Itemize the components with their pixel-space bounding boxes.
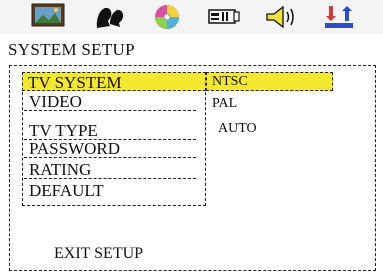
menu-item-video[interactable]: VIDEO (24, 92, 196, 111)
system-setup-icon[interactable] (31, 1, 65, 31)
option-ntsc[interactable]: NTSC (206, 72, 333, 91)
video-icon[interactable] (207, 2, 241, 32)
svg-text:♪: ♪ (115, 7, 119, 15)
page-title: SYSTEM SETUP (8, 40, 135, 59)
menu-item-tv-system[interactable]: TV SYSTEM (22, 72, 206, 92)
menu-item-password[interactable]: PASSWORD (24, 139, 196, 158)
language-icon[interactable]: ♪ (92, 2, 126, 32)
top-icon-bar: ♪ (0, 0, 383, 34)
option-auto[interactable]: AUTO (218, 120, 257, 138)
menu-item-tv-type[interactable]: TV TYPE (24, 121, 196, 140)
menu-item-default[interactable]: DEFAULT (24, 181, 196, 200)
preferences-icon[interactable] (322, 2, 356, 32)
audio-disc-icon[interactable] (150, 2, 184, 32)
speaker-icon[interactable] (264, 2, 298, 32)
exit-setup-button[interactable]: EXIT SETUP (54, 245, 143, 263)
menu-item-rating[interactable]: RATING (24, 160, 196, 179)
option-pal[interactable]: PAL (212, 95, 237, 113)
